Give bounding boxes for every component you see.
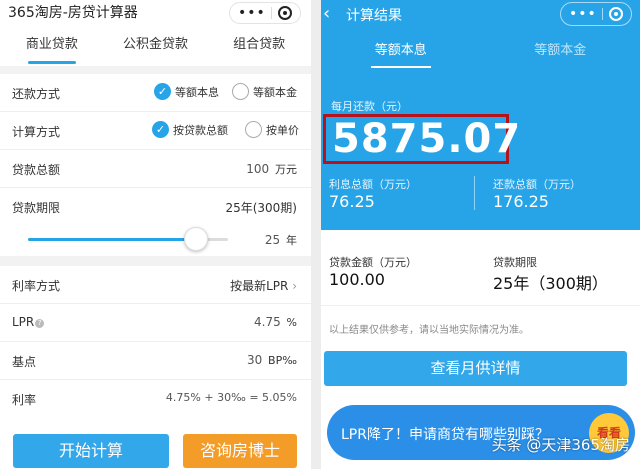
unchecked-icon bbox=[232, 83, 249, 100]
repay-method-row: 还款方式 ✓ 等额本息 等额本金 bbox=[0, 74, 311, 112]
tab-combined-loan[interactable]: 组合贷款 bbox=[207, 30, 311, 64]
divider-line bbox=[321, 305, 640, 306]
close-target-icon[interactable] bbox=[278, 6, 292, 20]
calc-method-label: 计算方式 bbox=[12, 125, 61, 139]
monthly-payment-value: 5875.07 bbox=[323, 114, 520, 164]
unchecked-icon bbox=[245, 121, 262, 138]
back-arrow-icon[interactable]: ‹ bbox=[323, 3, 330, 25]
consult-expert-button[interactable]: 咨询房博士 bbox=[183, 434, 297, 468]
loan-term-label: 贷款期限 bbox=[12, 201, 61, 215]
loan-term-value: 25年(300期) bbox=[225, 201, 297, 215]
basis-point-row: 基点 30 BP‰ bbox=[0, 342, 311, 380]
repay-option-equal-principal[interactable]: 等额本金 bbox=[232, 83, 297, 100]
slider-value: 25 bbox=[264, 233, 281, 247]
calc-option-by-unit-price[interactable]: 按单价 bbox=[245, 121, 299, 138]
loan-total-unit: 万元 bbox=[275, 163, 297, 176]
interest-total-label: 利息总额（万元） bbox=[329, 178, 417, 191]
slider-thumb[interactable] bbox=[184, 227, 208, 251]
watermark: 头条 @天津365淘房 bbox=[491, 436, 630, 454]
info-icon[interactable]: ? bbox=[35, 319, 45, 328]
loan-total-row[interactable]: 贷款总额 100 万元 bbox=[0, 150, 311, 188]
basis-point-value: 30 bbox=[246, 353, 263, 367]
loan-total-value: 100 bbox=[246, 162, 270, 176]
app-header: 365淘房-房贷计算器 ••• bbox=[0, 0, 311, 26]
lpr-unit: % bbox=[286, 316, 297, 329]
section-gap bbox=[0, 256, 311, 266]
loan-total-field[interactable]: 100 万元 bbox=[246, 161, 297, 177]
tab-commercial-loan[interactable]: 商业贷款 bbox=[0, 30, 104, 64]
rate-row: 利率 4.75% + 30‰ = 5.05% bbox=[0, 380, 311, 418]
calc-option-label: 按单价 bbox=[266, 123, 299, 137]
slider-unit: 年 bbox=[286, 234, 297, 247]
lpr-label-wrap: LPR? bbox=[12, 315, 45, 329]
calculator-panel: 365淘房-房贷计算器 ••• 商业贷款 公积金贷款 组合贷款 还款方式 ✓ 等… bbox=[0, 0, 311, 469]
rate-method-row[interactable]: 利率方式 按最新LPR › bbox=[0, 266, 311, 304]
disclaimer-note: 以上结果仅供参考，请以当地实际情况为准。 bbox=[329, 325, 529, 336]
checked-icon: ✓ bbox=[154, 83, 171, 100]
more-icon[interactable]: ••• bbox=[569, 7, 597, 21]
repay-option-label: 等额本金 bbox=[253, 85, 297, 99]
lpr-label: LPR bbox=[12, 315, 35, 329]
interest-total-value: 76.25 bbox=[329, 192, 375, 211]
loan-term-result-value: 25年（300期） bbox=[493, 274, 608, 293]
checked-icon: ✓ bbox=[152, 121, 169, 138]
more-icon[interactable]: ••• bbox=[238, 6, 266, 20]
rate-label: 利率 bbox=[12, 393, 37, 407]
result-summary-card: 等额本息 等额本金 每月还款（元） 5875.07 利息总额（万元） 76.25… bbox=[321, 30, 640, 230]
lpr-value: 4.75 bbox=[254, 315, 281, 329]
view-monthly-detail-button[interactable]: 查看月供详情 bbox=[324, 351, 627, 386]
panel-divider bbox=[311, 0, 321, 469]
repay-option-equal-installment[interactable]: ✓ 等额本息 bbox=[154, 83, 219, 100]
tab-equal-installment[interactable]: 等额本息 bbox=[321, 38, 481, 68]
result-header: ‹ 计算结果 ••• bbox=[321, 0, 640, 30]
basis-point-label: 基点 bbox=[12, 355, 37, 369]
tab-equal-principal[interactable]: 等额本金 bbox=[481, 38, 640, 68]
loan-term-slider[interactable] bbox=[28, 227, 228, 251]
miniprogram-capsule[interactable]: ••• bbox=[229, 2, 301, 24]
app-title: 365淘房-房贷计算器 bbox=[8, 5, 138, 21]
basis-point-field[interactable]: 30 BP‰ bbox=[247, 353, 297, 367]
summary-divider bbox=[474, 176, 475, 210]
repay-option-label: 等额本息 bbox=[175, 85, 219, 99]
repay-method-label: 还款方式 bbox=[12, 87, 61, 101]
calc-method-row: 计算方式 ✓ 按贷款总额 按单价 bbox=[0, 112, 311, 150]
tab-provident-fund-loan[interactable]: 公积金贷款 bbox=[104, 30, 208, 64]
rate-method-label: 利率方式 bbox=[12, 279, 61, 293]
close-target-icon[interactable] bbox=[609, 7, 623, 21]
result-panel: ‹ 计算结果 ••• 等额本息 等额本金 每月还款（元） 5875.07 利息总… bbox=[321, 0, 640, 469]
slider-fill bbox=[28, 238, 196, 241]
loan-total-label: 贷款总额 bbox=[12, 163, 61, 177]
loan-term-result-label: 贷款期限 bbox=[493, 256, 537, 269]
lpr-field[interactable]: 4.75 % bbox=[254, 315, 297, 329]
repay-total-label: 还款总额（万元） bbox=[493, 178, 581, 191]
loan-amount-label: 贷款金额（万元） bbox=[329, 256, 417, 269]
monthly-payment-label: 每月还款（元） bbox=[331, 100, 408, 113]
repay-total-value: 176.25 bbox=[493, 192, 549, 211]
loan-amount-value: 100.00 bbox=[329, 270, 385, 289]
rate-method-value: 按最新LPR bbox=[230, 279, 289, 293]
start-calculation-button[interactable]: 开始计算 bbox=[13, 434, 169, 468]
chevron-right-icon: › bbox=[292, 279, 297, 293]
basis-point-unit: BP‰ bbox=[268, 354, 297, 367]
rate-value: 4.75% + 30‰ = 5.05% bbox=[165, 391, 297, 404]
section-gap bbox=[0, 66, 311, 74]
result-title: 计算结果 bbox=[346, 8, 402, 24]
slider-readout: 25 年 bbox=[265, 232, 297, 248]
capsule-divider bbox=[602, 8, 604, 20]
screen: 365淘房-房贷计算器 ••• 商业贷款 公积金贷款 组合贷款 还款方式 ✓ 等… bbox=[0, 0, 640, 469]
repay-type-tabs: 等额本息 等额本金 bbox=[321, 38, 640, 68]
capsule-divider bbox=[271, 7, 273, 19]
lpr-row: LPR? 4.75 % bbox=[0, 304, 311, 342]
calc-option-label: 按贷款总额 bbox=[173, 123, 228, 137]
miniprogram-capsule[interactable]: ••• bbox=[560, 2, 632, 26]
calc-option-by-total[interactable]: ✓ 按贷款总额 bbox=[152, 121, 228, 138]
loan-type-tabs: 商业贷款 公积金贷款 组合贷款 bbox=[0, 30, 311, 64]
rate-method-selector[interactable]: 按最新LPR › bbox=[230, 277, 297, 294]
